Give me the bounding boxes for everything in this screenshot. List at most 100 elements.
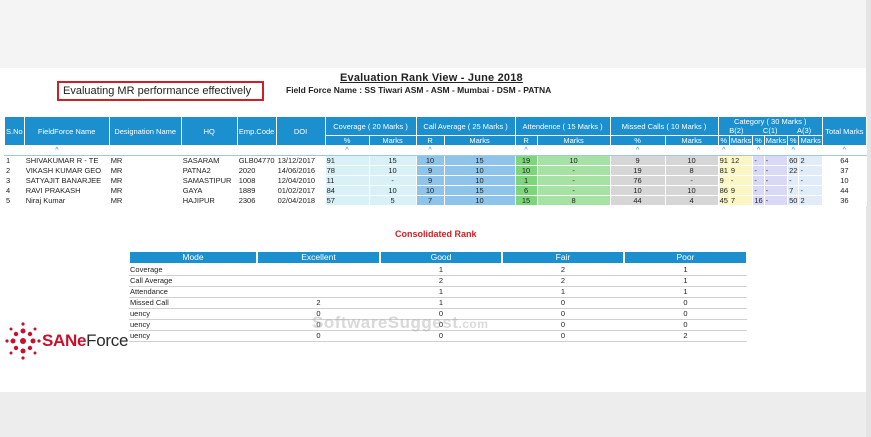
- cell-sno: 3: [4, 175, 25, 186]
- cell-cov-marks: 10: [368, 165, 417, 176]
- cell-mis-pct: 76: [609, 175, 666, 186]
- category-c: C(1): [762, 126, 778, 135]
- cons-cell-poor: 0: [624, 319, 747, 331]
- cell-emp-code: 1008: [236, 175, 277, 186]
- cons-col-poor[interactable]: Poor: [623, 250, 748, 265]
- cell-c-pct: -: [752, 185, 765, 196]
- cell-a-marks: 2: [798, 195, 823, 206]
- cons-col-mode[interactable]: Mode: [128, 250, 258, 265]
- cell-call-r: 9: [415, 175, 445, 186]
- sort-arrow-icon[interactable]: ^: [787, 145, 800, 156]
- cons-cell-mode: uency: [129, 330, 257, 342]
- bottom-band: [0, 392, 871, 437]
- cell-name: RAVI PRAKASH: [23, 185, 110, 196]
- cons-cell-mode: Coverage: [129, 264, 257, 276]
- sort-arrow-icon[interactable]: ^: [717, 145, 730, 156]
- cell-emp-code: 2306: [236, 195, 277, 206]
- col-fieldforce-name[interactable]: FieldForce Name: [23, 116, 110, 146]
- cell-b-marks: -: [728, 175, 754, 186]
- table-row[interactable]: Call Average 2 2 1: [129, 275, 747, 287]
- col-total-marks[interactable]: Total Marks: [821, 116, 867, 146]
- cons-col-fair[interactable]: Fair: [501, 250, 625, 265]
- cell-doi: 14/06/2016: [275, 165, 326, 176]
- category-groups: B(2) C(1) A(3): [720, 126, 821, 135]
- cell-att-r: 1: [514, 175, 538, 186]
- col-call-average[interactable]: Call Average ( 25 Marks ): [415, 116, 516, 136]
- table-row[interactable]: Missed Call 2 1 0 0: [129, 297, 747, 309]
- cell-sno: 5: [4, 195, 25, 206]
- cell-cov-pct: 11: [324, 175, 370, 186]
- cell-name: SHIVAKUMAR R - TE: [23, 155, 110, 166]
- cell-a-pct: 60: [787, 155, 800, 166]
- sort-arrow-row: ^ ^ ^ ^ ^ ^ ^ ^ ^: [4, 145, 867, 156]
- sort-arrow-icon[interactable]: ^: [609, 145, 666, 156]
- sort-arrow-icon: [728, 145, 754, 156]
- sort-arrow-icon[interactable]: ^: [415, 145, 445, 156]
- table-row[interactable]: 3 SATYAJIT BANARJEE MR SAMASTIPUR 1008 12/04/…: [4, 175, 867, 186]
- sort-arrow-icon[interactable]: ^: [821, 145, 867, 156]
- cell-cov-pct: 91: [324, 155, 370, 166]
- cons-cell-excellent: [257, 275, 380, 287]
- cell-call-r: 9: [415, 165, 445, 176]
- cell-cov-marks: 15: [368, 155, 417, 166]
- table-row[interactable]: Attendance 1 1 1: [129, 286, 747, 298]
- cons-cell-mode: uency: [129, 319, 257, 331]
- sort-arrow-icon[interactable]: ^: [514, 145, 538, 156]
- cell-att-marks: 10: [536, 155, 611, 166]
- cell-c-marks: -: [763, 155, 789, 166]
- cons-cell-mode: Attendance: [129, 286, 257, 298]
- sub-mis-pct: %: [609, 135, 666, 146]
- sort-arrow-icon[interactable]: ^: [752, 145, 765, 156]
- cons-cell-mode: Missed Call: [129, 297, 257, 309]
- sub-cov-marks: Marks: [368, 135, 417, 146]
- col-attendance[interactable]: Attendence ( 15 Marks ): [514, 116, 611, 136]
- col-hq[interactable]: HQ: [180, 116, 238, 146]
- cell-doi: 01/02/2017: [275, 185, 326, 196]
- col-doi[interactable]: DOI: [275, 116, 326, 146]
- cell-hq: GAYA: [180, 185, 238, 196]
- table-row[interactable]: Coverage 1 2 1: [129, 264, 747, 276]
- cell-cov-marks: -: [368, 175, 417, 186]
- cell-a-pct: 22: [787, 165, 800, 176]
- cons-col-excellent[interactable]: Excellent: [256, 250, 381, 265]
- table-row[interactable]: 4 RAVI PRAKASH MR GAYA 1889 01/02/2017 84 10 10 1…: [4, 185, 867, 196]
- cell-a-marks: -: [798, 175, 823, 186]
- col-emp-code[interactable]: Emp.Code: [236, 116, 277, 146]
- cons-col-good[interactable]: Good: [379, 250, 503, 265]
- category-a: A(3): [796, 126, 812, 135]
- rank-table-body: ^ ^ ^ ^ ^ ^ ^ ^ ^ 1 SHIVAKUMAR R - TE MR SASARAM GLB0…: [4, 145, 867, 206]
- cons-cell-good: 1: [380, 286, 502, 298]
- cell-hq: PATNA2: [180, 165, 238, 176]
- sub-b-marks: Marks: [728, 135, 754, 146]
- sort-arrow-icon: [180, 145, 238, 156]
- table-row[interactable]: 1 SHIVAKUMAR R - TE MR SASARAM GLB04770 13/12…: [4, 155, 867, 166]
- cell-b-marks: 12: [728, 155, 754, 166]
- table-row[interactable]: 5 Niraj Kumar MR HAJIPUR 2306 02/04/2018 57 5 7 1…: [4, 195, 867, 206]
- col-missed-calls[interactable]: Missed Calls ( 10 Marks ): [609, 116, 719, 136]
- cell-call-r: 7: [415, 195, 445, 206]
- cell-emp-code: 2020: [236, 165, 277, 176]
- cell-designation: MR: [108, 175, 182, 186]
- cell-total: 44: [821, 185, 867, 196]
- col-designation[interactable]: Designation Name: [108, 116, 182, 146]
- cell-name: Niraj Kumar: [23, 195, 110, 206]
- cell-c-marks: -: [763, 195, 789, 206]
- sort-arrow-icon[interactable]: ^: [4, 145, 110, 156]
- table-row[interactable]: 2 VIKASH KUMAR GEO MR PATNA2 2020 14/06/2016 7…: [4, 165, 867, 176]
- consolidated-rank-title: Consolidated Rank: [395, 229, 477, 239]
- brand-name: SANeForce: [42, 331, 128, 351]
- cell-doi: 02/04/2018: [275, 195, 326, 206]
- watermark-suffix: .com: [458, 317, 489, 331]
- cell-cov-pct: 57: [324, 195, 370, 206]
- cell-sno: 1: [4, 155, 25, 166]
- sub-c-pct: %: [752, 135, 765, 146]
- sort-arrow-icon: [368, 145, 417, 156]
- sort-arrow-icon: [108, 145, 182, 156]
- cell-att-r: 6: [514, 185, 538, 196]
- col-sno[interactable]: S.No: [4, 116, 25, 146]
- col-category[interactable]: Category ( 30 Marks ) B(2) C(1) A(3): [717, 116, 823, 136]
- cell-b-pct: 45: [717, 195, 730, 206]
- col-coverage[interactable]: Coverage ( 20 Marks ): [324, 116, 417, 136]
- cell-cov-marks: 5: [368, 195, 417, 206]
- sort-arrow-icon[interactable]: ^: [324, 145, 370, 156]
